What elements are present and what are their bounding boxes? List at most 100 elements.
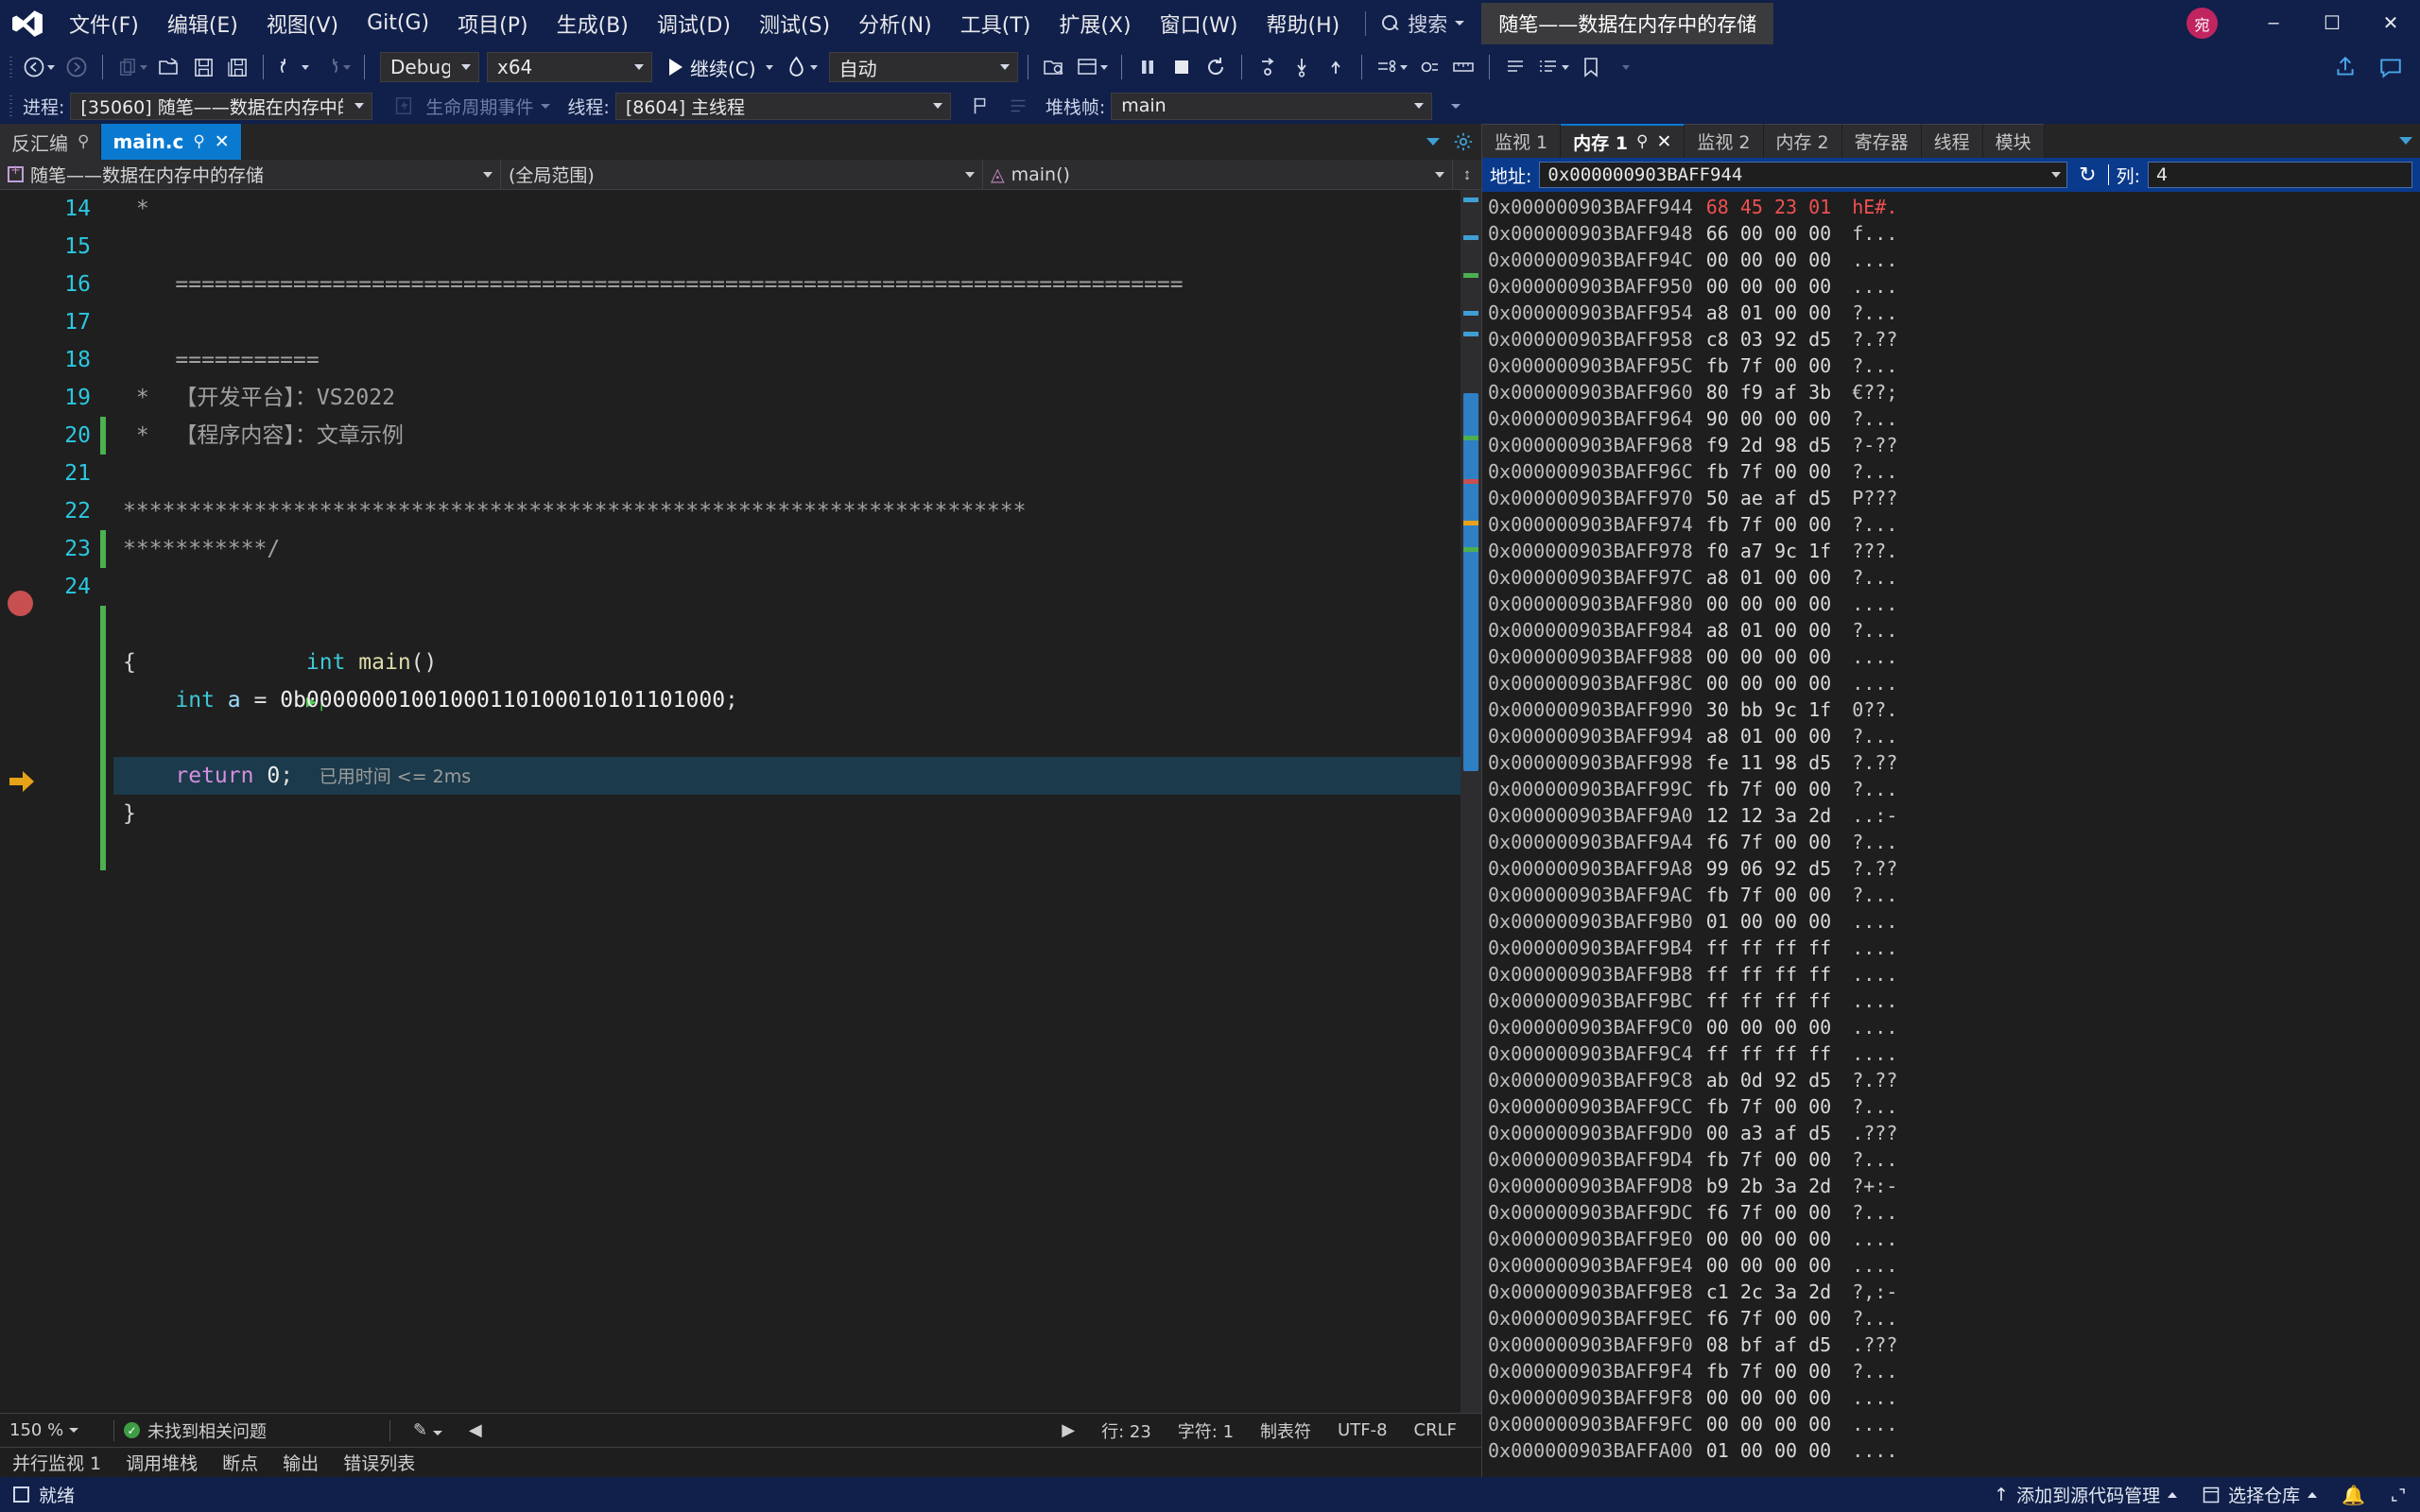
memory-row[interactable]: 0x000000903BAFF9FC 00 00 00 00.... [1482,1411,2420,1437]
menu-help[interactable]: 帮助(H) [1252,0,1354,46]
menu-tools[interactable]: 工具(T) [946,0,1046,46]
memory-row[interactable]: 0x000000903BAFFA00 01 00 00 00.... [1482,1437,2420,1464]
restart-button[interactable] [1200,51,1232,83]
scope-dropdown[interactable]: (全局范围) [501,160,983,189]
memory-row[interactable]: 0x000000903BAFF9D8 b9 2b 3a 2d ?+:- [1482,1173,2420,1199]
memory-row[interactable]: 0x000000903BAFF9C4 ff ff ff ff.... [1482,1040,2420,1067]
flag-icon[interactable] [964,90,996,122]
save-button[interactable] [187,51,219,83]
memory-row[interactable]: 0x000000903BAFF944 68 45 23 01 hE#. [1482,194,2420,220]
memory-row[interactable]: 0x000000903BAFF98C 00 00 00 00.... [1482,670,2420,696]
memory-row[interactable]: 0x000000903BAFF9DC f6 7f 00 00?... [1482,1199,2420,1226]
menu-extensions[interactable]: 扩展(X) [1045,0,1145,46]
stop-debugging-button[interactable] [1166,51,1198,83]
memory-row[interactable]: 0x000000903BAFF9D4 fb 7f 00 00?... [1482,1146,2420,1173]
menu-edit[interactable]: 编辑(E) [153,0,252,46]
configuration-dropdown[interactable]: Debug [380,52,479,82]
memory-row[interactable]: 0x000000903BAFF9A8 99 06 92 d5?.?? [1482,855,2420,882]
step-out-button[interactable] [1320,51,1352,83]
new-item-button[interactable] [112,51,151,83]
lifecycle-events-icon[interactable] [388,90,420,122]
hot-reload-button[interactable] [781,51,821,83]
feedback-button[interactable] [2375,51,2407,83]
step-into-button[interactable] [1252,51,1284,83]
menu-build[interactable]: 生成(B) [543,0,643,46]
live-share-button[interactable] [2329,51,2361,83]
expand-status-button[interactable] [2390,1486,2407,1503]
open-file-button[interactable] [153,51,185,83]
pause-button[interactable] [1132,51,1164,83]
window-layout-button[interactable] [1072,51,1112,83]
memory-row[interactable]: 0x000000903BAFF94C 00 00 00 00.... [1482,247,2420,273]
threads-window-button[interactable] [1372,51,1411,83]
debugbar-grip[interactable] [8,94,17,118]
memory-row[interactable]: 0x000000903BAFF9E0 00 00 00 00.... [1482,1226,2420,1252]
scroll-left-icon[interactable]: ◀ [456,1420,495,1440]
overflow-chevron-icon[interactable] [1451,103,1461,109]
refresh-icon[interactable]: ↻ [2075,163,2100,187]
memory-row[interactable]: 0x000000903BAFF9B0 01 00 00 00.... [1482,908,2420,935]
memory-row[interactable]: 0x000000903BAFF950 00 00 00 00.... [1482,273,2420,300]
memory-row[interactable]: 0x000000903BAFF9C8 ab 0d 92 d5?.?? [1482,1067,2420,1093]
tab-modules[interactable]: 模块 [1982,124,2045,158]
memory-row[interactable]: 0x000000903BAFF964 90 00 00 00?... [1482,405,2420,432]
tab-output[interactable]: 输出 [270,1450,331,1475]
call-stack-nav-icon[interactable] [1002,90,1034,122]
problems-indicator[interactable]: ✓ 未找到相关问题 [124,1418,267,1443]
member-dropdown[interactable]: ◬ main() [983,160,1453,189]
pin-icon[interactable]: ⚲ [1636,132,1648,151]
memory-row[interactable]: 0x000000903BAFF9AC fb 7f 00 00?... [1482,882,2420,908]
menu-window[interactable]: 窗口(W) [1146,0,1253,46]
address-input[interactable]: 0x000000903BAFF944 [1539,162,2068,188]
tab-memory-2[interactable]: 内存 2 [1763,124,1842,158]
memory-row[interactable]: 0x000000903BAFF9D0 00 a3 af d5.??? [1482,1120,2420,1146]
memory-row[interactable]: 0x000000903BAFF9EC f6 7f 00 00?... [1482,1305,2420,1332]
attach-process-button[interactable] [1038,51,1070,83]
memory-row[interactable]: 0x000000903BAFF978 f0 a7 9c 1f???. [1482,538,2420,564]
memory-row[interactable]: 0x000000903BAFF99C fb 7f 00 00?... [1482,776,2420,802]
tab-registers[interactable]: 寄存器 [1841,124,1922,158]
comment-button[interactable] [1499,51,1531,83]
search-box[interactable]: 搜索 [1377,9,1468,38]
memory-row[interactable]: 0x000000903BAFF9C0 00 00 00 00.... [1482,1014,2420,1040]
memory-row[interactable]: 0x000000903BAFF96C fb 7f 00 00?... [1482,458,2420,485]
memory-row[interactable]: 0x000000903BAFF990 30 bb 9c 1f 0??. [1482,696,2420,723]
memory-row[interactable]: 0x000000903BAFF968 f9 2d 98 d5 ?-?? [1482,432,2420,458]
avatar[interactable]: 宛 [2187,8,2218,39]
menu-analyze[interactable]: 分析(N) [844,0,946,46]
close-icon[interactable]: ✕ [1656,131,1671,152]
project-dropdown[interactable]: 随笔——数据在内存中的存储 [0,160,501,189]
add-to-source-control-button[interactable]: ↑ 添加到源代码管理 [1994,1482,2178,1507]
memory-row[interactable]: 0x000000903BAFF9A0 12 12 3a 2d ..:- [1482,802,2420,829]
memory-row[interactable]: 0x000000903BAFF970 50 ae af d5 P??? [1482,485,2420,511]
continue-button[interactable]: 继续(C) [664,54,779,81]
navigate-backward-button[interactable] [19,51,59,83]
more-toolbar-options-button[interactable] [1609,51,1641,83]
pin-icon[interactable]: ⚲ [193,132,204,151]
memory-row[interactable]: 0x000000903BAFF9E8 c1 2c 3a 2d ?,:- [1482,1279,2420,1305]
select-repository-button[interactable]: 选择仓库 [2202,1482,2318,1507]
tab-overflow-icon[interactable] [1426,138,1440,146]
memory-row[interactable]: 0x000000903BAFF960 80 f9 af 3b €??; [1482,379,2420,405]
tab-call-stack[interactable]: 调用堆栈 [113,1450,210,1475]
tab-watch-2[interactable]: 监视 2 [1685,124,1764,158]
memory-row[interactable]: 0x000000903BAFF9E4 00 00 00 00.... [1482,1252,2420,1279]
memory-row[interactable]: 0x000000903BAFF9B4 ff ff ff ff.... [1482,935,2420,961]
tab-watch-1[interactable]: 监视 1 [1482,124,1562,158]
line-ending[interactable]: CRLF [1401,1420,1470,1440]
uncomment-button[interactable] [1533,51,1573,83]
memory-row[interactable]: 0x000000903BAFF9CC fb 7f 00 00?... [1482,1093,2420,1120]
bookmark-button[interactable] [1575,51,1607,83]
menu-file[interactable]: 文件(F) [55,0,153,46]
navigate-forward-button[interactable] [60,51,93,83]
menu-debug[interactable]: 调试(D) [643,0,745,46]
tab-main-c[interactable]: main.c ⚲ ✕ [101,124,242,160]
selection-mode-icon[interactable]: ✎ [400,1420,456,1440]
toolbar-grip[interactable] [8,55,17,79]
breakpoints-button[interactable] [1413,51,1445,83]
memory-row[interactable]: 0x000000903BAFF9F0 08 bf af d5.??? [1482,1332,2420,1358]
debug-target-dropdown[interactable]: 自动 [828,52,1018,82]
split-view-icon[interactable]: ↕ [1453,160,1481,189]
code-editor[interactable]: 14 15 16 17 18 19 20 21 22 23 24 * =====… [0,190,1481,1413]
platform-dropdown[interactable]: x64 [487,52,652,82]
